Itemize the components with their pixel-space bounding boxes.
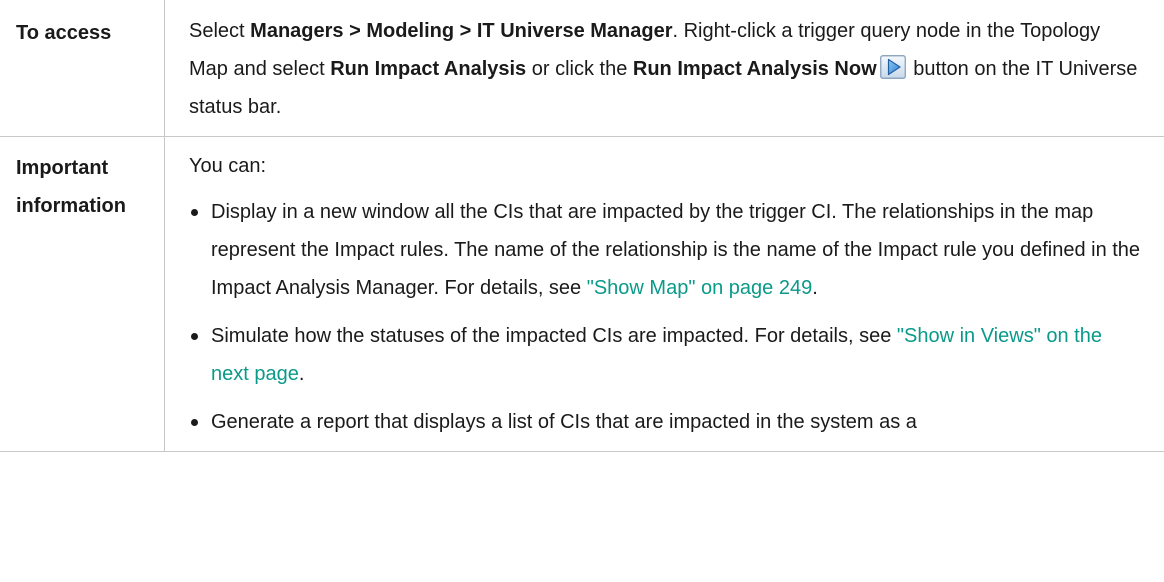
text-segment: or click the xyxy=(526,58,633,80)
intro-text: You can: xyxy=(189,155,267,177)
list-item: Generate a report that displays a list o… xyxy=(189,403,1144,441)
item-text: Generate a report that displays a list o… xyxy=(211,411,917,433)
row-content: Select Managers > Modeling > IT Universe… xyxy=(164,0,1164,137)
run-impact-analysis-play-icon xyxy=(879,55,906,79)
bullet-icon xyxy=(191,209,198,216)
row-label: Important information xyxy=(0,136,165,452)
bullet-icon xyxy=(191,333,198,340)
bullet-icon xyxy=(191,419,198,426)
list-item: Simulate how the statuses of the impacte… xyxy=(189,317,1144,393)
item-text: Simulate how the statuses of the impacte… xyxy=(211,325,897,347)
info-table: To access Select Managers > Modeling > I… xyxy=(0,0,1164,452)
bullet-list: Display in a new window all the CIs that… xyxy=(189,193,1144,441)
row-label: To access xyxy=(0,0,165,137)
row-content: You can: Display in a new window all the… xyxy=(164,136,1164,452)
menu-path: Managers > Modeling > IT Universe Manage… xyxy=(250,20,673,42)
table-row-important-information: Important information You can: Display i… xyxy=(0,136,1164,452)
table-row-to-access: To access Select Managers > Modeling > I… xyxy=(0,0,1164,137)
menu-item-name: Run Impact Analysis xyxy=(330,58,527,80)
item-tail: . xyxy=(812,277,818,299)
item-tail: . xyxy=(298,363,305,385)
button-name: Run Impact Analysis Now xyxy=(632,58,877,80)
show-map-link[interactable]: "Show Map" on page 249 xyxy=(587,277,812,299)
text-segment: Select xyxy=(189,20,251,42)
list-item: Display in a new window all the CIs that… xyxy=(189,193,1144,307)
